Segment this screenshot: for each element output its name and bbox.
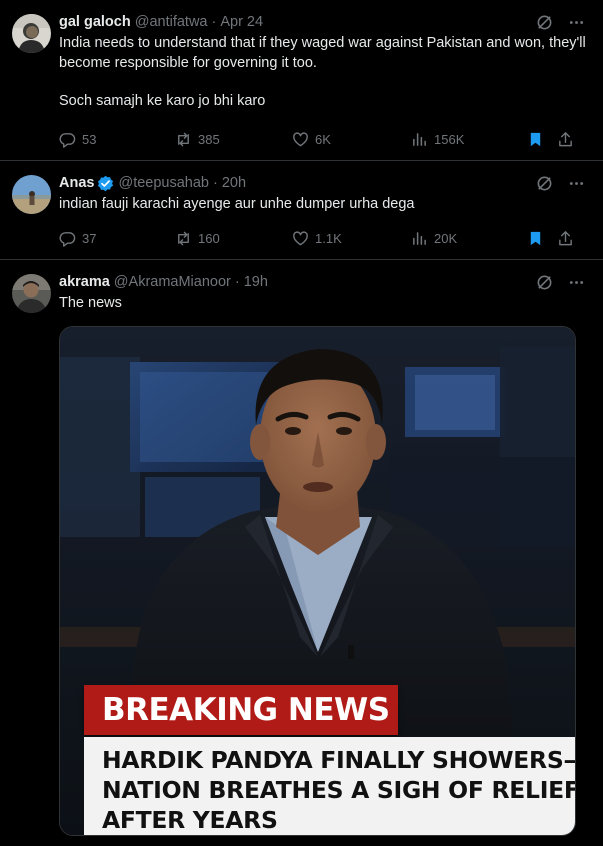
views-count: 20K xyxy=(434,230,458,246)
display-name[interactable]: gal galoch xyxy=(59,12,131,32)
like-count: 1.1K xyxy=(315,230,342,246)
grok-icon[interactable] xyxy=(535,273,553,291)
user-handle[interactable]: @AkramaMianoor xyxy=(114,272,231,292)
tweet-media-image[interactable]: BREAKING NEWS HARDIK PANDYA FINALLY SHOW… xyxy=(59,325,576,836)
avatar[interactable] xyxy=(12,14,51,53)
separator-dot: · xyxy=(212,175,218,191)
repost-button[interactable]: 385 xyxy=(175,131,220,148)
breaking-news-banner: BREAKING NEWS xyxy=(84,684,398,735)
like-button[interactable]: 1.1K xyxy=(292,230,342,247)
more-icon[interactable] xyxy=(567,273,585,291)
tweet[interactable]: akrama @AkramaMianoor · 19h The news BRE… xyxy=(0,260,603,846)
user-handle[interactable]: @teepusahab xyxy=(118,173,209,193)
views-icon xyxy=(413,231,426,245)
tweet-actions: 53 385 6K 156K xyxy=(59,120,587,160)
grok-icon[interactable] xyxy=(535,13,553,31)
tweet[interactable]: gal galoch @antifatwa · Apr 24 India nee… xyxy=(0,0,603,161)
display-name[interactable]: akrama xyxy=(59,272,110,292)
news-headline-banner: HARDIK PANDYA FINALLY SHOWERS— NATION BR… xyxy=(84,736,576,835)
like-count: 6K xyxy=(315,131,331,147)
tweet-text: India needs to understand that if they w… xyxy=(59,34,587,112)
tweet-paragraph: indian fauji karachi ayenge aur unhe dum… xyxy=(59,196,415,212)
tweet-actions: 37 160 1.1K 20K xyxy=(59,219,587,259)
repost-count: 385 xyxy=(198,131,220,147)
separator-dot: · xyxy=(234,274,240,290)
headline-line: NATION BREATHES A SIGH OF RELIEF xyxy=(102,775,576,804)
tweet-header: Anas @teepusahab · 20h xyxy=(59,173,587,193)
headline-line: HARDIK PANDYA FINALLY SHOWERS— xyxy=(102,745,576,774)
reply-icon xyxy=(59,132,76,148)
more-icon[interactable] xyxy=(567,13,585,31)
like-icon xyxy=(293,230,308,245)
reply-button[interactable]: 53 xyxy=(59,131,96,148)
views-button[interactable]: 156K xyxy=(411,131,464,148)
tweet-text: indian fauji karachi ayenge aur unhe dum… xyxy=(59,195,587,215)
tweet-header-actions xyxy=(535,272,585,292)
avatar[interactable] xyxy=(12,274,51,313)
views-icon xyxy=(413,132,426,146)
reply-count: 53 xyxy=(82,131,97,147)
tweet-text: The news xyxy=(59,294,587,314)
reply-icon xyxy=(59,231,76,247)
tweet-paragraph: Soch samajh ke karo jo bhi karo xyxy=(59,93,266,109)
timeline: gal galoch @antifatwa · Apr 24 India nee… xyxy=(0,0,603,846)
views-button[interactable]: 20K xyxy=(411,230,457,247)
repost-button[interactable]: 160 xyxy=(175,230,220,247)
share-button[interactable] xyxy=(557,230,574,247)
share-icon xyxy=(559,131,572,146)
grok-icon[interactable] xyxy=(535,174,553,192)
tweet-header: akrama @AkramaMianoor · 19h xyxy=(59,272,587,292)
headline-line: AFTER YEARS xyxy=(102,805,278,834)
like-icon xyxy=(293,131,308,146)
more-icon[interactable] xyxy=(567,174,585,192)
timestamp[interactable]: Apr 24 xyxy=(220,12,263,32)
tweet-header-actions xyxy=(535,12,585,32)
tweet-header-actions xyxy=(535,173,585,193)
display-name[interactable]: Anas xyxy=(59,173,94,193)
views-count: 156K xyxy=(434,131,465,147)
repost-count: 160 xyxy=(198,230,220,246)
bookmark-icon xyxy=(530,132,541,146)
bookmark-icon xyxy=(530,231,541,245)
verified-badge-icon xyxy=(97,175,114,192)
reply-button[interactable]: 37 xyxy=(59,230,96,247)
share-button[interactable] xyxy=(557,131,574,148)
like-button[interactable]: 6K xyxy=(292,131,331,148)
avatar[interactable] xyxy=(12,175,51,214)
separator-dot: · xyxy=(211,14,217,30)
tweet-header: gal galoch @antifatwa · Apr 24 xyxy=(59,12,587,32)
user-handle[interactable]: @antifatwa xyxy=(135,12,208,32)
timestamp[interactable]: 19h xyxy=(244,272,268,292)
bookmark-button[interactable] xyxy=(527,131,544,148)
repost-icon xyxy=(178,231,189,245)
tweet-paragraph: The news xyxy=(59,295,122,311)
reply-count: 37 xyxy=(82,230,97,246)
repost-icon xyxy=(178,132,189,146)
bookmark-button[interactable] xyxy=(527,230,544,247)
tweet-paragraph: India needs to understand that if they w… xyxy=(59,35,586,71)
share-icon xyxy=(559,230,572,245)
tweet[interactable]: Anas @teepusahab · 20h indian fauji kara… xyxy=(0,161,603,260)
timestamp[interactable]: 20h xyxy=(222,173,246,193)
